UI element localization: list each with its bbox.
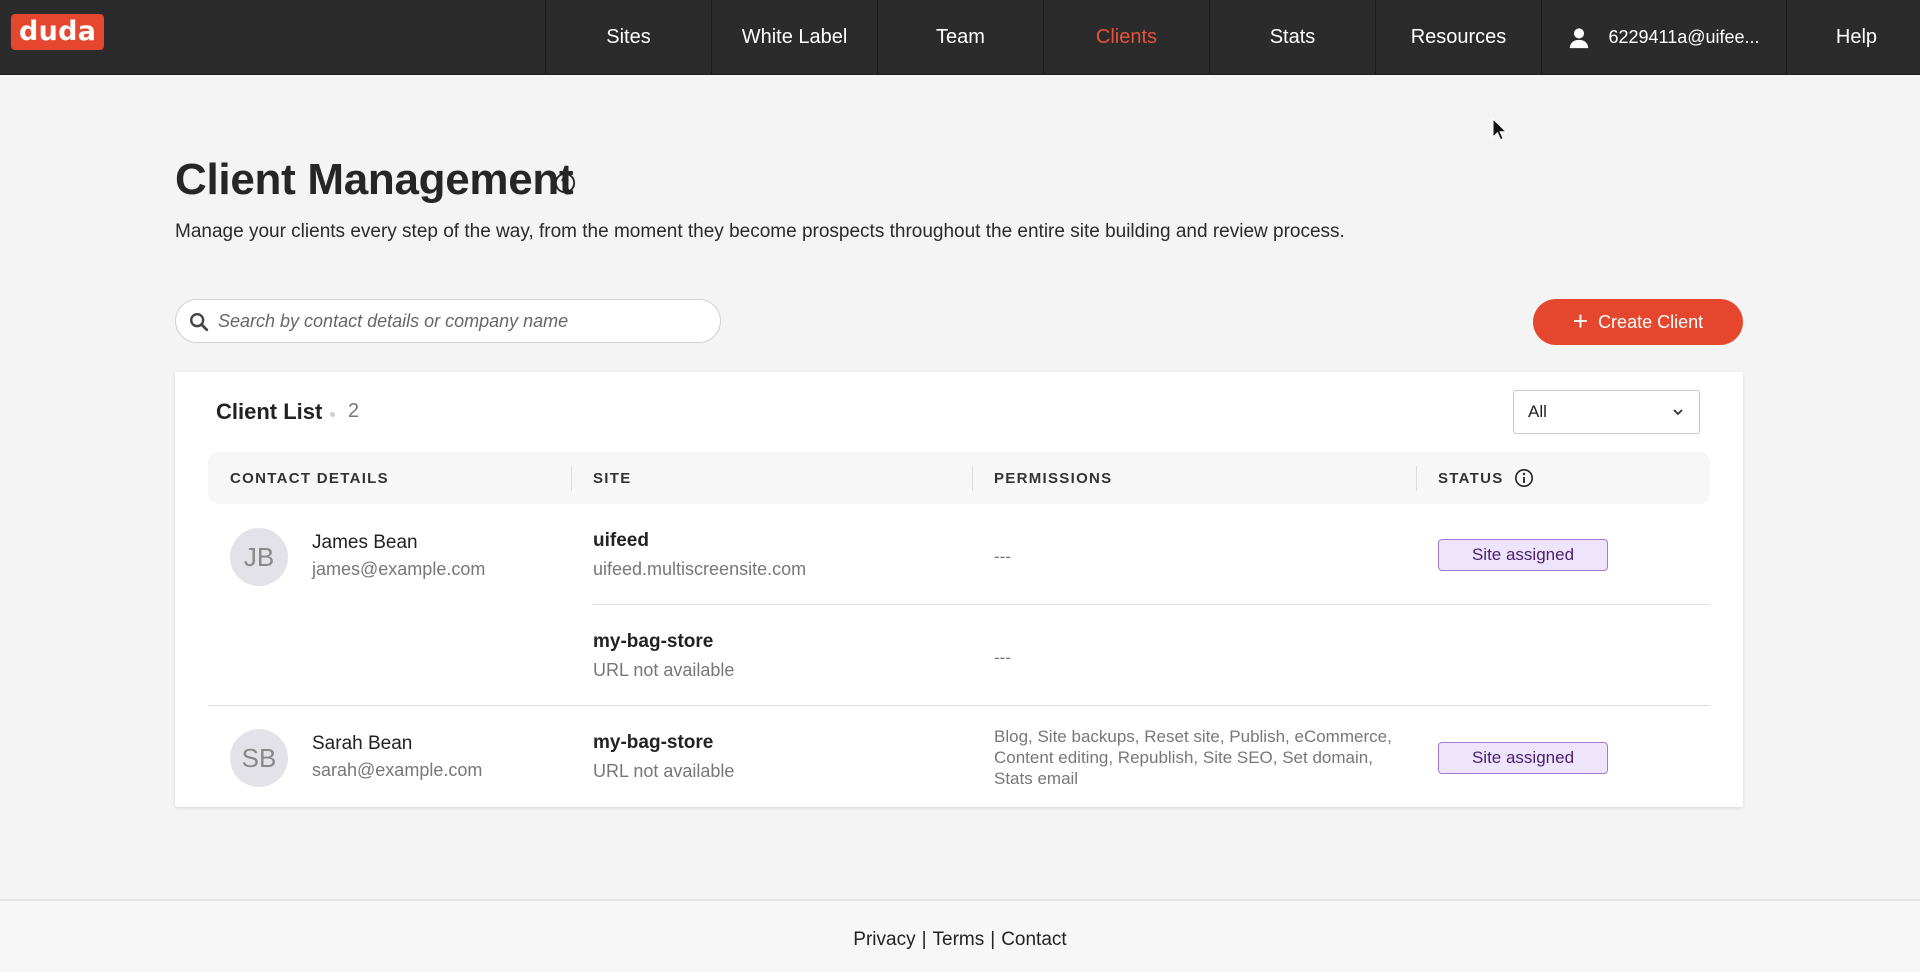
site-permissions: --- <box>994 648 1011 667</box>
column-divider <box>972 466 973 491</box>
nav-label: Sites <box>606 26 651 48</box>
site-name[interactable]: my-bag-store <box>593 631 713 653</box>
chevron-down-icon <box>1673 409 1683 416</box>
column-divider <box>571 466 572 491</box>
column-header-status: STATUS <box>1438 452 1534 504</box>
separator-dot <box>330 412 335 417</box>
footer-separator: | <box>990 929 996 950</box>
column-header-contact: CONTACT DETAILS <box>230 469 389 487</box>
nav-item-clients[interactable]: Clients <box>1043 0 1209 75</box>
nav-label: Help <box>1835 26 1878 48</box>
client-list-card: Client List 2 All CONTACT DETAILS SITE P… <box>175 372 1743 807</box>
nav-items: Sites White Label Team Clients Stats Res… <box>545 0 1920 75</box>
avatar: SB <box>230 729 288 787</box>
client-email: sarah@example.com <box>312 760 483 780</box>
client-email: james@example.com <box>312 559 486 579</box>
nav-item-help[interactable]: Help <box>1786 0 1920 75</box>
status-header-label: STATUS <box>1438 469 1504 487</box>
site-url[interactable]: uifeed.multiscreensite.com <box>593 559 806 580</box>
footer: Privacy | Terms | Contact <box>0 899 1920 972</box>
search-input[interactable] <box>218 300 708 342</box>
footer-separator: | <box>921 929 927 950</box>
nav-label: Team <box>936 26 985 48</box>
column-header-site: SITE <box>593 469 632 487</box>
site-url: URL not available <box>593 660 735 680</box>
help-icon[interactable] <box>554 172 576 194</box>
create-client-button[interactable]: + Create Client <box>1533 299 1743 345</box>
page-subtitle: Manage your clients every step of the wa… <box>175 221 1345 242</box>
footer-link-terms[interactable]: Terms <box>933 929 985 950</box>
avatar: JB <box>230 528 288 586</box>
client-name: Sarah Bean <box>312 733 413 754</box>
nav-item-account[interactable]: 6229411a@uifee... <box>1541 0 1786 75</box>
nav-item-resources[interactable]: Resources <box>1375 0 1541 75</box>
table-header: CONTACT DETAILS SITE PERMISSIONS STATUS <box>208 452 1710 504</box>
nav-item-white-label[interactable]: White Label <box>711 0 877 75</box>
status-badge: Site assigned <box>1438 742 1608 774</box>
search-box[interactable] <box>175 299 721 343</box>
footer-link-privacy[interactable]: Privacy <box>853 929 915 950</box>
nav-item-team[interactable]: Team <box>877 0 1043 75</box>
footer-links: Privacy | Terms | Contact <box>0 929 1920 951</box>
status-filter-select[interactable]: All <box>1513 390 1700 434</box>
filter-selected-value: All <box>1528 402 1547 421</box>
site-name[interactable]: my-bag-store <box>593 732 713 754</box>
mouse-cursor-icon <box>1492 118 1508 141</box>
page-title: Client Management <box>175 155 574 204</box>
client-name: James Bean <box>312 532 418 553</box>
search-icon <box>190 313 209 332</box>
plus-icon: + <box>1572 306 1589 336</box>
status-badge: Site assigned <box>1438 539 1608 571</box>
nav-label: White Label <box>741 26 848 48</box>
client-count: 2 <box>348 400 360 422</box>
info-icon[interactable] <box>1514 468 1534 488</box>
client-list-title: Client List <box>216 399 323 424</box>
create-client-label: Create Client <box>1598 311 1704 332</box>
account-email: 6229411a@uifee... <box>1608 27 1760 47</box>
user-icon <box>1570 27 1589 48</box>
top-nav: duda Sites White Label Team Clients Stat… <box>0 0 1920 75</box>
nav-label: Stats <box>1269 26 1316 48</box>
site-permissions: --- <box>994 547 1011 566</box>
nav-item-sites[interactable]: Sites <box>545 0 711 75</box>
nav-label: Resources <box>1410 26 1507 48</box>
site-name[interactable]: uifeed <box>593 530 649 552</box>
site-divider <box>593 604 1710 605</box>
footer-link-contact[interactable]: Contact <box>1001 929 1066 950</box>
row-divider <box>208 705 1710 706</box>
site-permissions: Blog, Site backups, Reset site, Publish,… <box>994 727 1392 788</box>
duda-logo[interactable]: duda <box>11 14 105 50</box>
site-url: URL not available <box>593 761 735 781</box>
nav-label: Clients <box>1095 26 1158 48</box>
nav-item-stats[interactable]: Stats <box>1209 0 1375 75</box>
column-divider <box>1416 466 1417 491</box>
column-header-permissions: PERMISSIONS <box>994 469 1113 487</box>
